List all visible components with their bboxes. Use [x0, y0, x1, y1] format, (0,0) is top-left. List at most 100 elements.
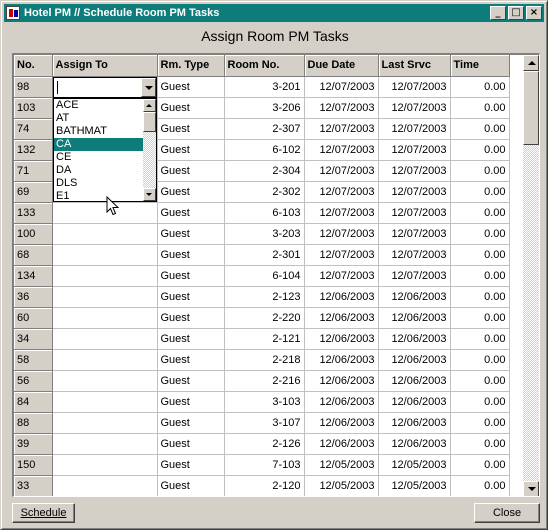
- app-icon[interactable]: [6, 6, 20, 20]
- minimize-button[interactable]: _: [490, 6, 506, 20]
- table-cell: 0.00: [450, 265, 510, 287]
- table-cell: Guest: [157, 265, 225, 287]
- table-row[interactable]: 36 Guest 2-123 12/06/2003 12/06/2003 0.00: [14, 286, 510, 308]
- maximize-button[interactable]: □: [508, 6, 524, 20]
- close-window-button[interactable]: ×: [526, 6, 542, 20]
- table-cell: 0.00: [450, 286, 510, 308]
- table-row[interactable]: 133 Guest 6-103 12/07/2003 12/07/2003 0.00: [14, 202, 510, 224]
- page-heading: Assign Room PM Tasks: [201, 28, 349, 44]
- scroll-thumb[interactable]: [523, 71, 539, 145]
- table-cell: 12/07/2003: [304, 244, 379, 266]
- table-cell[interactable]: [52, 433, 158, 455]
- dropdown-scrollbar[interactable]: [143, 99, 156, 201]
- column-header[interactable]: Due Date: [304, 55, 379, 77]
- table-cell: 98: [14, 76, 53, 98]
- dropdown-option[interactable]: CA: [54, 138, 144, 151]
- column-header[interactable]: Rm. Type: [157, 55, 225, 77]
- dropdown-option[interactable]: DLS: [54, 177, 144, 190]
- table-row[interactable]: 33 Guest 2-120 12/05/2003 12/05/2003 0.00: [14, 475, 510, 496]
- chevron-down-icon: [145, 86, 153, 90]
- table-cell: 12/07/2003: [304, 160, 379, 182]
- column-header[interactable]: No.: [14, 55, 53, 77]
- table-row[interactable]: 84 Guest 3-103 12/06/2003 12/06/2003 0.00: [14, 391, 510, 413]
- table-row[interactable]: 34 Guest 2-121 12/06/2003 12/06/2003 0.00: [14, 328, 510, 350]
- close-button[interactable]: Close: [474, 503, 540, 523]
- table-cell[interactable]: [52, 454, 158, 476]
- vertical-scrollbar[interactable]: [523, 55, 539, 496]
- table-cell: 12/07/2003: [304, 97, 379, 119]
- dropdown-scroll-down[interactable]: [143, 188, 156, 201]
- table-cell[interactable]: [52, 349, 158, 371]
- table-cell[interactable]: [52, 223, 158, 245]
- dropdown-option[interactable]: CE: [54, 151, 144, 164]
- assign-to-dropdown-list[interactable]: ACE AT BATHMAT CA CE DA DLS E1: [53, 98, 157, 202]
- table-cell[interactable]: [52, 475, 158, 496]
- schedule-button[interactable]: Schedule: [12, 503, 75, 523]
- table-row[interactable]: 150 Guest 7-103 12/05/2003 12/05/2003 0.00: [14, 454, 510, 476]
- column-header[interactable]: Last Srvc: [378, 55, 451, 77]
- table-cell: 6-104: [224, 265, 305, 287]
- table-cell: 12/07/2003: [378, 97, 451, 119]
- table-cell[interactable]: [52, 202, 158, 224]
- table-cell: 2-301: [224, 244, 305, 266]
- scroll-up-button[interactable]: [523, 55, 539, 71]
- dropdown-option[interactable]: AT: [54, 112, 144, 125]
- table-cell: 0.00: [450, 160, 510, 182]
- table-cell: 2-307: [224, 118, 305, 140]
- table-row[interactable]: 60 Guest 2-220 12/06/2003 12/06/2003 0.00: [14, 307, 510, 329]
- table-cell: 100: [14, 223, 53, 245]
- table-cell: 12/07/2003: [378, 160, 451, 182]
- table-cell[interactable]: [52, 307, 158, 329]
- table-cell: 0.00: [450, 118, 510, 140]
- column-header[interactable]: Room No.: [224, 55, 305, 77]
- table-cell: 2-304: [224, 160, 305, 182]
- table-row[interactable]: 88 Guest 3-107 12/06/2003 12/06/2003 0.00: [14, 412, 510, 434]
- column-header[interactable]: Assign To: [52, 55, 158, 77]
- table-cell: Guest: [157, 181, 225, 203]
- table-cell: Guest: [157, 118, 225, 140]
- table-row[interactable]: 68 Guest 2-301 12/07/2003 12/07/2003 0.00: [14, 244, 510, 266]
- dropdown-option[interactable]: BATHMAT: [54, 125, 144, 138]
- table-cell: 34: [14, 328, 53, 350]
- table-row[interactable]: 58 Guest 2-218 12/06/2003 12/06/2003 0.00: [14, 349, 510, 371]
- mouse-pointer-icon: [106, 196, 120, 216]
- dropdown-scroll-up[interactable]: [143, 99, 156, 112]
- assign-to-combobox[interactable]: [53, 77, 157, 98]
- table-cell: 3-206: [224, 97, 305, 119]
- dropdown-scroll-thumb[interactable]: [143, 112, 156, 132]
- table-cell: Guest: [157, 349, 225, 371]
- dropdown-option[interactable]: E1: [54, 190, 144, 201]
- table-cell[interactable]: [52, 370, 158, 392]
- table-cell: 12/07/2003: [378, 118, 451, 140]
- table-cell: 12/05/2003: [378, 454, 451, 476]
- combobox-dropdown-button[interactable]: [141, 78, 156, 97]
- table-cell[interactable]: [52, 286, 158, 308]
- tasks-grid[interactable]: No. Assign To Rm. Type Room No. Due Date Last…: [12, 53, 540, 497]
- table-cell: 132: [14, 139, 53, 161]
- table-cell: 2-120: [224, 475, 305, 496]
- table-row[interactable]: 56 Guest 2-216 12/06/2003 12/06/2003 0.00: [14, 370, 510, 392]
- table-cell[interactable]: [52, 244, 158, 266]
- table-cell: 12/07/2003: [378, 244, 451, 266]
- column-header[interactable]: Time: [450, 55, 510, 77]
- table-cell: 12/07/2003: [378, 202, 451, 224]
- dropdown-option[interactable]: ACE: [54, 99, 144, 112]
- table-cell: 12/07/2003: [304, 265, 379, 287]
- header-row: No. Assign To Rm. Type Room No. Due Date Last…: [14, 55, 510, 77]
- table-cell: 12/07/2003: [304, 202, 379, 224]
- scroll-down-button[interactable]: [523, 481, 539, 496]
- table-cell: 2-216: [224, 370, 305, 392]
- table-cell[interactable]: [52, 412, 158, 434]
- up-arrow-icon: [528, 61, 536, 65]
- table-cell: Guest: [157, 412, 225, 434]
- table-cell: 12/06/2003: [304, 328, 379, 350]
- table-row[interactable]: 134 Guest 6-104 12/07/2003 12/07/2003 0.00: [14, 265, 510, 287]
- table-row[interactable]: 39 Guest 2-126 12/06/2003 12/06/2003 0.00: [14, 433, 510, 455]
- table-row[interactable]: 100 Guest 3-203 12/07/2003 12/07/2003 0.00: [14, 223, 510, 245]
- dropdown-option[interactable]: DA: [54, 164, 144, 177]
- table-cell[interactable]: [52, 391, 158, 413]
- title-bar[interactable]: Hotel PM // Schedule Room PM Tasks _ □ ×: [4, 4, 544, 22]
- table-cell[interactable]: [52, 265, 158, 287]
- table-cell: 6-103: [224, 202, 305, 224]
- table-cell[interactable]: [52, 328, 158, 350]
